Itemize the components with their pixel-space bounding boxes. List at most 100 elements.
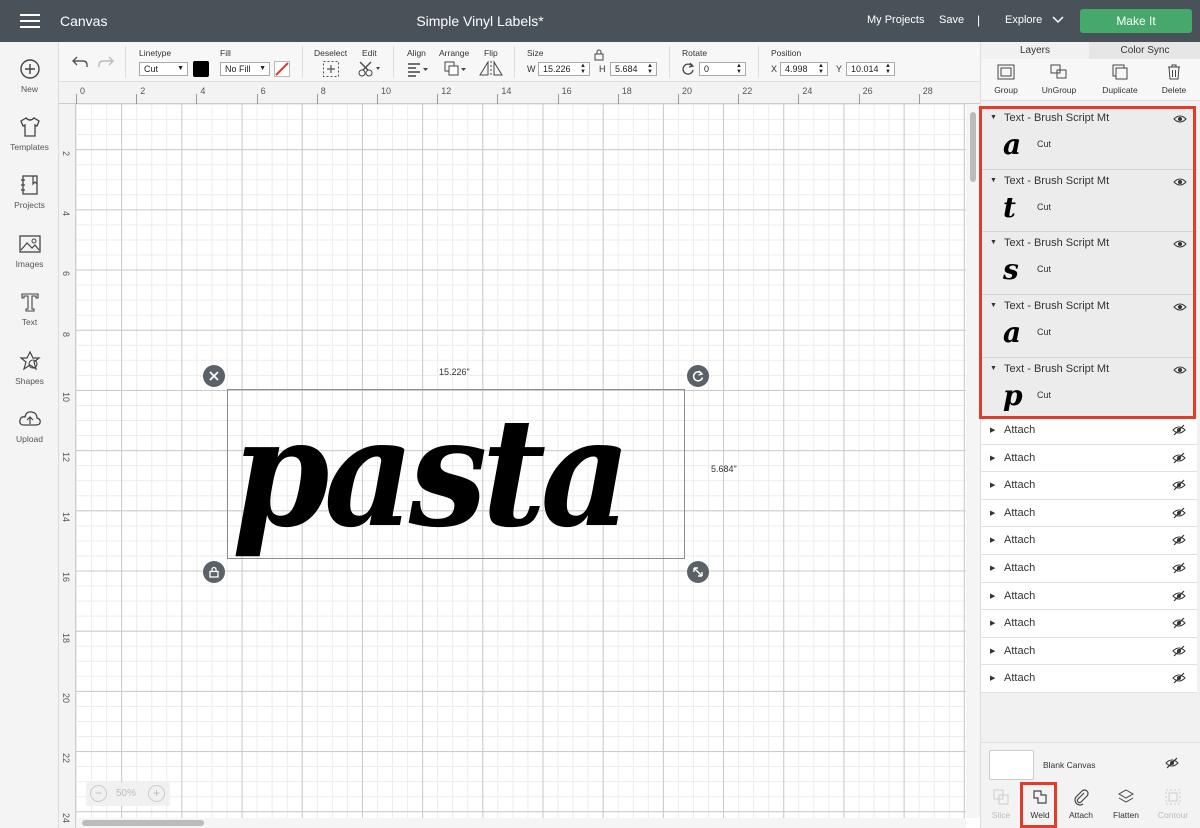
flatten-icon [1117, 789, 1135, 803]
blank-canvas-row[interactable]: Blank Canvas [981, 742, 1200, 784]
make-it-button[interactable]: Make It [1080, 9, 1192, 33]
ruler-tick-label: 18 [61, 632, 71, 643]
width-input[interactable]: 15.226 ▲ ▼ [538, 62, 590, 76]
linetype-color-swatch[interactable] [193, 61, 209, 77]
rotate-input[interactable]: 0 ▲ ▼ [699, 62, 746, 76]
lock-handle[interactable] [203, 561, 225, 583]
attach-group-row[interactable]: ▶ Attach [981, 472, 1197, 500]
group-button[interactable]: Group [981, 64, 1031, 95]
selection-bounding-box[interactable] [227, 389, 685, 559]
fill-select[interactable]: No Fill ▼ [220, 62, 270, 76]
vertical-scroll-thumb[interactable] [970, 112, 976, 182]
caret-right-icon[interactable]: ▶ [990, 454, 995, 462]
zoom-in-button[interactable]: + [148, 785, 165, 802]
eye-hidden-icon[interactable] [1172, 562, 1186, 574]
tab-layers[interactable]: Layers [981, 42, 1089, 59]
ruler-tick-label: 26 [862, 86, 873, 96]
my-projects-link[interactable]: My Projects [867, 14, 924, 26]
height-input[interactable]: 5.684 ▲ ▼ [610, 62, 657, 76]
group-label: Group [994, 85, 1018, 95]
attach-group-row[interactable]: ▶ Attach [981, 527, 1197, 555]
x-position-input[interactable]: 4.998 ▲ ▼ [780, 62, 828, 76]
toolbar-divider [393, 46, 394, 78]
horizontal-scroll-thumb[interactable] [82, 820, 204, 826]
lock-icon[interactable] [594, 49, 604, 61]
attach-group-row[interactable]: ▶ Attach [981, 665, 1197, 693]
caret-right-icon[interactable]: ▶ [990, 647, 995, 655]
rotate-icon[interactable] [681, 62, 695, 76]
y-position-input[interactable]: 10.014 ▲ ▼ [846, 62, 895, 76]
horizontal-scrollbar[interactable] [76, 818, 966, 828]
flip-icon[interactable] [478, 60, 504, 78]
explore-link[interactable]: Explore [1005, 14, 1042, 26]
eye-hidden-icon[interactable] [1172, 534, 1186, 546]
vertical-scrollbar[interactable] [966, 104, 980, 818]
sidebar-item-text[interactable]: Text [0, 291, 59, 327]
eye-hidden-icon[interactable] [1172, 617, 1186, 629]
arrange-icon[interactable] [443, 60, 467, 78]
attach-group-row[interactable]: ▶ Attach [981, 499, 1197, 528]
attach-button[interactable]: Attach [1061, 788, 1101, 820]
eye-hidden-icon[interactable] [1172, 507, 1186, 519]
caret-right-icon[interactable]: ▶ [990, 509, 995, 517]
ruler-tick-label: 10 [61, 391, 71, 402]
flatten-button[interactable]: Flatten [1106, 788, 1146, 820]
flatten-label: Flatten [1113, 810, 1139, 820]
rotate-handle[interactable] [687, 365, 709, 387]
attach-group-row[interactable]: ▶ Attach [981, 582, 1197, 611]
sidebar-item-images[interactable]: Images [0, 233, 59, 269]
sidebar-item-label: Upload [16, 434, 43, 444]
resize-arrows-icon [693, 567, 703, 577]
ungroup-button[interactable]: UnGroup [1034, 64, 1084, 95]
chevron-down-icon[interactable] [1052, 13, 1064, 25]
caret-right-icon[interactable]: ▶ [990, 592, 995, 600]
attach-group-label: Attach [1004, 672, 1036, 685]
align-icon[interactable] [406, 61, 430, 77]
delete-button[interactable]: Delete [1149, 64, 1199, 95]
caret-right-icon[interactable]: ▶ [990, 426, 995, 434]
bottom-actions: Slice Weld Attach Flatten Contour [981, 784, 1200, 828]
sidebar-item-label: Text [21, 317, 38, 327]
attach-group-row[interactable]: ▶ Attach [981, 610, 1197, 638]
caret-right-icon[interactable]: ▶ [990, 619, 995, 627]
attach-group-row[interactable]: ▶ Attach [981, 444, 1197, 473]
sidebar-item-shapes[interactable]: Shapes [0, 350, 59, 386]
sidebar-item-projects[interactable]: Projects [0, 174, 59, 210]
eye-hidden-icon[interactable] [1172, 424, 1186, 436]
save-link[interactable]: Save [939, 14, 964, 26]
eye-hidden-icon[interactable] [1172, 672, 1186, 684]
stepper-icon: ▲ ▼ [736, 63, 742, 75]
duplicate-button[interactable]: Duplicate [1095, 64, 1145, 95]
scissors-edit-icon[interactable] [357, 60, 381, 78]
attach-group-row[interactable]: ▶ Attach [981, 417, 1197, 445]
zoom-out-button[interactable]: − [90, 785, 107, 802]
arrange-label: Arrange [439, 48, 470, 58]
attach-group-row[interactable]: ▶ Attach [981, 637, 1197, 666]
no-fill-swatch-icon[interactable] [274, 61, 290, 77]
attach-group-row[interactable]: ▶ Attach [981, 555, 1197, 583]
delete-handle[interactable] [203, 365, 225, 387]
sidebar-item-new[interactable]: New [0, 58, 59, 94]
caret-right-icon[interactable]: ▶ [990, 674, 995, 682]
ruler-tick [377, 94, 378, 104]
deselect-icon[interactable] [322, 60, 340, 78]
sidebar-item-upload[interactable]: Upload [0, 408, 59, 444]
eye-hidden-icon[interactable] [1172, 479, 1186, 491]
undo-icon[interactable] [71, 55, 89, 69]
sidebar-item-templates[interactable]: Templates [0, 116, 59, 152]
caret-right-icon[interactable]: ▶ [990, 536, 995, 544]
slice-button[interactable]: Slice [981, 788, 1021, 820]
resize-handle[interactable] [687, 561, 709, 583]
eye-hidden-icon[interactable] [1172, 452, 1186, 464]
eye-hidden-icon[interactable] [1172, 590, 1186, 602]
ruler-tick-label: 12 [441, 86, 452, 96]
eye-hidden-icon[interactable] [1172, 645, 1186, 657]
contour-button[interactable]: Contour [1153, 788, 1193, 820]
caret-right-icon[interactable]: ▶ [990, 564, 995, 572]
tab-color-sync[interactable]: Color Sync [1089, 42, 1200, 59]
blank-canvas-swatch[interactable] [989, 750, 1034, 780]
caret-right-icon[interactable]: ▶ [990, 481, 995, 489]
redo-icon[interactable] [97, 55, 115, 69]
eye-hidden-icon[interactable] [1165, 757, 1179, 769]
linetype-select[interactable]: Cut ▼ [139, 62, 188, 76]
